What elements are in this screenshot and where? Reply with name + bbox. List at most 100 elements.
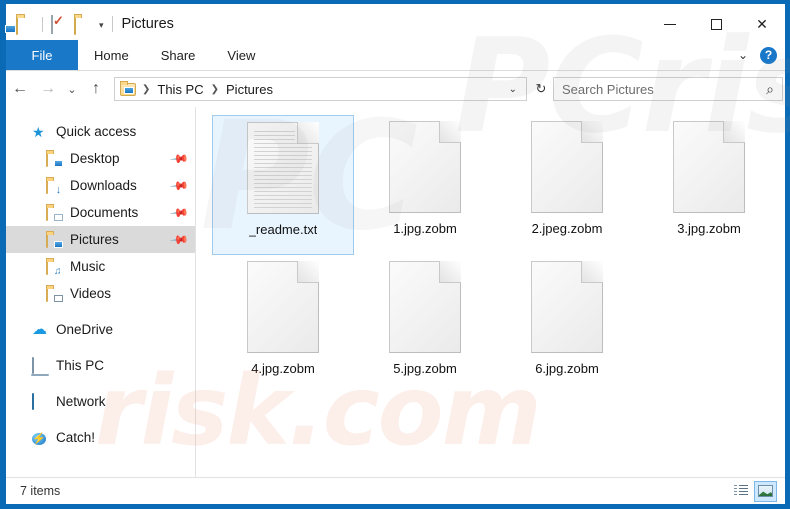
page-fold-icon <box>297 261 319 283</box>
sidebar-item-label: OneDrive <box>56 322 113 337</box>
sidebar-item-quick-access[interactable]: ★ Quick access <box>6 118 195 145</box>
sidebar-item-network[interactable]: Network <box>6 388 195 415</box>
page-fold-icon <box>581 261 603 283</box>
pin-icon[interactable]: 📌 <box>169 148 189 168</box>
quick-access-toolbar: ▾ <box>6 15 106 33</box>
breadcrumb-separator[interactable]: ❯ <box>210 84 220 95</box>
address-bar: ← → ⌄ ↑ ❯ This PC ❯ Pictures ⌄ ↻ ⌕ <box>6 71 785 107</box>
sidebar-item-onedrive[interactable]: ☁ OneDrive <box>6 316 195 343</box>
large-icons-view-icon <box>758 485 773 497</box>
minimize-button[interactable] <box>647 4 693 44</box>
ribbon-right-controls: ⌄ ? <box>732 40 785 70</box>
file-item[interactable]: 1.jpg.zobm <box>354 115 496 255</box>
explorer-body: ★ Quick access Desktop 📌 ↓ Downloads 📌 D… <box>6 107 785 477</box>
sidebar-item-pictures[interactable]: Pictures 📌 <box>6 226 195 253</box>
file-item[interactable]: 4.jpg.zobm <box>212 255 354 395</box>
file-grid: _readme.txt 1.jpg.zobm 2.jpeg.zobm <box>196 107 785 395</box>
file-item[interactable]: _readme.txt <box>212 115 354 255</box>
sidebar-item-downloads[interactable]: ↓ Downloads 📌 <box>6 172 195 199</box>
file-name: 5.jpg.zobm <box>393 361 457 376</box>
blank-file-icon <box>673 121 745 213</box>
minimize-icon <box>664 24 676 25</box>
folder-videos-icon <box>46 286 63 302</box>
sidebar-spacer <box>6 415 195 424</box>
window-controls: ✕ <box>647 4 785 44</box>
maximize-icon <box>711 19 722 30</box>
file-name: 3.jpg.zobm <box>677 221 741 236</box>
pin-icon[interactable]: 📌 <box>169 202 189 222</box>
sidebar-spacer <box>6 343 195 352</box>
cloud-icon: ☁ <box>32 322 49 338</box>
sidebar-item-desktop[interactable]: Desktop 📌 <box>6 145 195 172</box>
breadcrumb-dropdown-icon[interactable]: ⌄ <box>504 84 522 95</box>
sidebar-item-label: Desktop <box>70 151 120 166</box>
page-fold-icon <box>439 121 461 143</box>
folder-desktop-icon <box>46 151 63 167</box>
file-list-pane[interactable]: _readme.txt 1.jpg.zobm 2.jpeg.zobm <box>196 107 785 477</box>
breadcrumb-pictures[interactable]: Pictures <box>223 81 276 98</box>
details-view-icon <box>734 485 748 497</box>
search-box[interactable]: ⌕ <box>553 77 783 101</box>
sidebar-item-label: Pictures <box>70 232 119 247</box>
blank-file-icon <box>531 121 603 213</box>
file-item[interactable]: 2.jpeg.zobm <box>496 115 638 255</box>
navigation-pane: ★ Quick access Desktop 📌 ↓ Downloads 📌 D… <box>6 107 196 477</box>
explorer-window: PC PCrisk risk.com ▾ Pictures ✕ File Hom… <box>0 0 790 509</box>
maximize-button[interactable] <box>693 4 739 44</box>
recent-locations-icon[interactable]: ⌄ <box>62 75 82 103</box>
page-fold-icon <box>723 121 745 143</box>
sidebar-item-label: Network <box>56 394 106 409</box>
chevron-down-icon[interactable]: ⌄ <box>732 48 754 62</box>
network-icon <box>32 394 49 410</box>
close-icon: ✕ <box>756 16 768 33</box>
blank-file-icon <box>247 261 319 353</box>
back-button[interactable]: ← <box>6 75 34 103</box>
sidebar-item-documents[interactable]: Documents 📌 <box>6 199 195 226</box>
title-bar: ▾ Pictures ✕ <box>6 4 785 44</box>
forward-button[interactable]: → <box>34 75 62 103</box>
tab-share[interactable]: Share <box>145 40 212 70</box>
tab-home[interactable]: Home <box>78 40 145 70</box>
customize-caret-icon[interactable]: ▾ <box>97 21 106 30</box>
sidebar-spacer <box>6 307 195 316</box>
file-item[interactable]: 3.jpg.zobm <box>638 115 780 255</box>
text-file-icon <box>247 122 319 214</box>
page-fold-icon <box>581 121 603 143</box>
sidebar-item-this-pc[interactable]: This PC <box>6 352 195 379</box>
pin-icon[interactable]: 📌 <box>169 175 189 195</box>
folder-properties-icon[interactable] <box>16 15 34 33</box>
page-fold-icon <box>297 122 319 144</box>
new-folder-icon[interactable] <box>74 15 92 33</box>
help-icon[interactable]: ? <box>760 47 777 64</box>
breadcrumb-separator[interactable]: ❯ <box>141 84 151 95</box>
details-view-button[interactable] <box>729 481 752 502</box>
folder-icon <box>120 83 136 96</box>
breadcrumb-this-pc[interactable]: This PC <box>154 81 206 98</box>
tab-view[interactable]: View <box>211 40 271 70</box>
file-name: 1.jpg.zobm <box>393 221 457 236</box>
refresh-icon[interactable]: ↻ <box>529 77 553 101</box>
computer-icon <box>32 358 49 374</box>
file-name: 4.jpg.zobm <box>251 361 315 376</box>
properties-icon[interactable] <box>51 15 69 33</box>
sidebar-item-music[interactable]: ♫ Music <box>6 253 195 280</box>
tab-file[interactable]: File <box>6 40 78 70</box>
pin-icon[interactable]: 📌 <box>169 229 189 249</box>
file-item[interactable]: 5.jpg.zobm <box>354 255 496 395</box>
file-name: 2.jpeg.zobm <box>532 221 603 236</box>
close-button[interactable]: ✕ <box>739 4 785 44</box>
sidebar-item-catch[interactable]: ⚡ Catch! <box>6 424 195 451</box>
breadcrumb[interactable]: ❯ This PC ❯ Pictures ⌄ <box>114 77 527 101</box>
up-button[interactable]: ↑ <box>82 75 110 103</box>
folder-pictures-icon <box>46 232 63 248</box>
item-count-label: 7 items <box>6 484 60 498</box>
sidebar-item-label: This PC <box>56 358 104 373</box>
file-item[interactable]: 6.jpg.zobm <box>496 255 638 395</box>
search-input[interactable] <box>562 82 762 97</box>
window-title: Pictures <box>122 16 174 32</box>
sidebar-item-label: Downloads <box>70 178 137 193</box>
search-icon[interactable]: ⌕ <box>762 81 778 98</box>
sidebar-spacer <box>6 379 195 388</box>
large-icons-view-button[interactable] <box>754 481 777 502</box>
sidebar-item-videos[interactable]: Videos <box>6 280 195 307</box>
